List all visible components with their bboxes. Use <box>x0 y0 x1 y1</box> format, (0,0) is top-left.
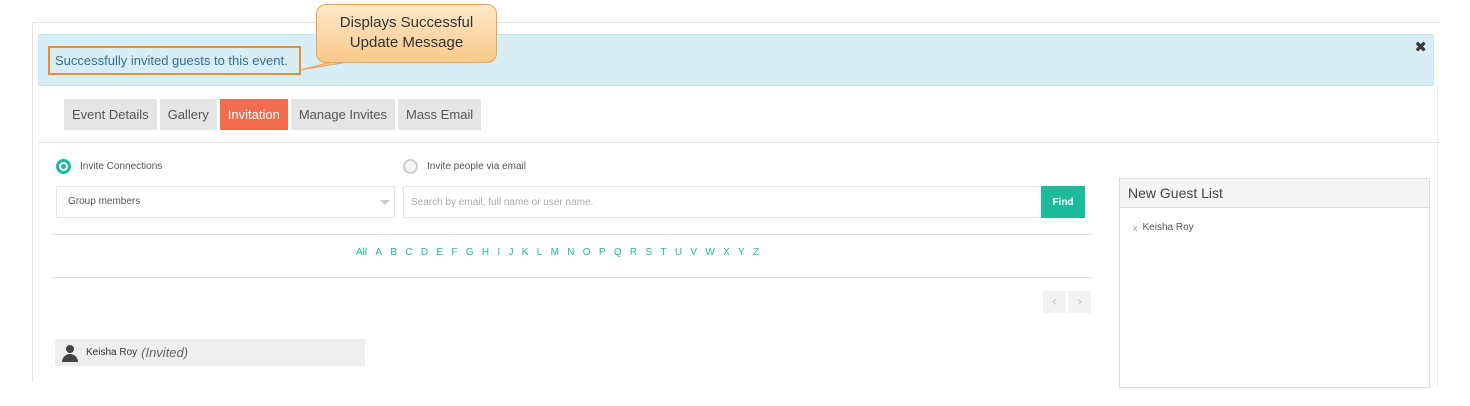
alphabet-letter-a[interactable]: A <box>375 247 382 258</box>
alphabet-letter-s[interactable]: S <box>645 247 652 258</box>
new-guest-list-panel: New Guest List x Keisha Roy <box>1119 178 1430 388</box>
invite-connections-label: Invite Connections <box>80 161 163 172</box>
group-filter-value: Group members <box>68 196 141 207</box>
invite-email-label: Invite people via email <box>427 161 526 172</box>
alphabet-letter-j[interactable]: J <box>508 247 513 258</box>
alphabet-letter-h[interactable]: H <box>482 247 489 258</box>
alphabet-letter-q[interactable]: Q <box>614 247 622 258</box>
alphabet-letter-y[interactable]: Y <box>738 247 745 258</box>
list-item[interactable]: Keisha Roy (Invited) <box>55 339 365 366</box>
alphabet-filter: All A B C D E F G H I J K L M N O P Q R S T U V W X Y Z <box>356 247 767 258</box>
tab-event-details[interactable]: Event Details <box>64 99 157 130</box>
alphabet-letter-g[interactable]: G <box>466 247 474 258</box>
alphabet-letter-o[interactable]: O <box>583 247 591 258</box>
alphabet-letter-l[interactable]: L <box>537 247 543 258</box>
radio-selected-icon <box>56 159 71 174</box>
alphabet-letter-b[interactable]: B <box>390 247 397 258</box>
alphabet-letter-f[interactable]: F <box>451 247 457 258</box>
content-frame-right-border <box>1437 86 1438 386</box>
guest-name: Keisha Roy <box>1142 222 1194 233</box>
divider <box>52 277 1092 278</box>
user-icon <box>61 344 79 362</box>
remove-icon[interactable]: x <box>1133 223 1138 233</box>
search-input[interactable] <box>403 186 1042 218</box>
callout-line-2: Update Message <box>349 34 464 51</box>
tabs-divider <box>38 142 1440 143</box>
member-status: (Invited) <box>141 345 189 360</box>
event-tabs: Event Details Gallery Invitation Manage … <box>64 99 482 130</box>
alphabet-letter-n[interactable]: N <box>567 247 574 258</box>
alphabet-letter-p[interactable]: P <box>599 247 606 258</box>
radio-unselected-icon <box>403 159 418 174</box>
alphabet-letter-all[interactable]: All <box>356 247 367 258</box>
pagination: ‹ › <box>1043 291 1091 313</box>
alphabet-letter-t[interactable]: T <box>660 247 666 258</box>
invite-email-radio[interactable]: Invite people via email <box>403 159 526 174</box>
alphabet-letter-m[interactable]: M <box>551 247 559 258</box>
alphabet-letter-e[interactable]: E <box>436 247 443 258</box>
alphabet-letter-z[interactable]: Z <box>753 247 759 258</box>
alphabet-letter-w[interactable]: W <box>705 247 714 258</box>
divider <box>52 234 1092 235</box>
alphabet-letter-c[interactable]: C <box>405 247 412 258</box>
tab-manage-invites[interactable]: Manage Invites <box>290 99 395 130</box>
tab-gallery[interactable]: Gallery <box>159 99 217 130</box>
alphabet-letter-r[interactable]: R <box>630 247 637 258</box>
annotation-callout: Displays Successful Update Message <box>316 4 497 63</box>
tab-mass-email[interactable]: Mass Email <box>398 99 482 130</box>
close-icon[interactable]: ✖ <box>1414 38 1427 56</box>
alphabet-letter-v[interactable]: V <box>690 247 697 258</box>
alphabet-letter-d[interactable]: D <box>421 247 428 258</box>
chevron-down-icon <box>380 200 390 205</box>
guest-list-item: x Keisha Roy <box>1120 208 1429 233</box>
member-name: Keisha Roy <box>86 347 138 358</box>
find-button[interactable]: Find <box>1041 186 1085 218</box>
chevron-right-icon[interactable]: › <box>1068 291 1091 313</box>
alphabet-letter-k[interactable]: K <box>522 247 529 258</box>
invite-connections-radio[interactable]: Invite Connections <box>56 159 162 174</box>
callout-line-1: Displays Successful <box>339 14 474 31</box>
chevron-left-icon[interactable]: ‹ <box>1043 291 1066 313</box>
alphabet-letter-i[interactable]: I <box>497 247 500 258</box>
alphabet-letter-u[interactable]: U <box>675 247 682 258</box>
alphabet-letter-x[interactable]: X <box>723 247 730 258</box>
tab-invitation[interactable]: Invitation <box>219 99 288 130</box>
group-filter-select[interactable]: Group members <box>56 186 395 218</box>
guest-list-title: New Guest List <box>1120 179 1429 208</box>
